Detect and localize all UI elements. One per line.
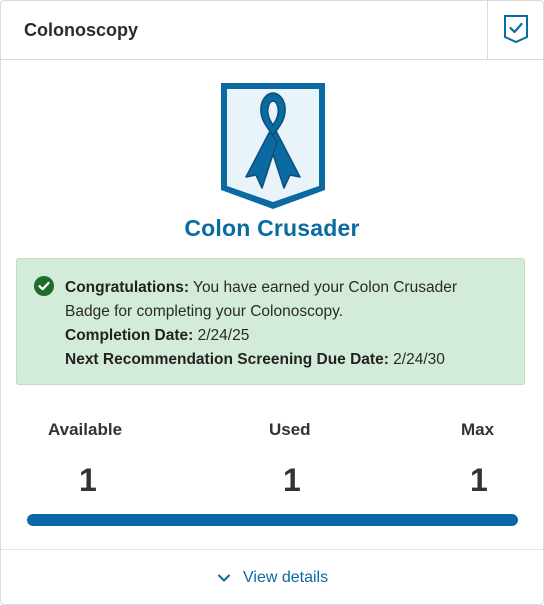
max-label: Max [461,420,495,439]
used-value: 1 [283,462,301,498]
view-details-button[interactable]: View details [217,569,328,587]
badge-name: Colon Crusader [184,215,360,241]
card-title: Colonoscopy [24,20,139,40]
congrats-label: Congratulations: [65,279,189,296]
card-header: Colonoscopy [1,1,543,60]
completion-date: 2/24/25 [193,327,250,344]
alert-message: Congratulations: You have earned your Co… [65,276,505,372]
colonoscopy-card: Colonoscopy Colon Crusader Congratulatio… [0,0,544,605]
chevron-down-icon [218,574,230,582]
max-value: 1 [470,462,488,498]
congrats-line: Congratulations: You have earned your Co… [65,276,505,324]
status-icon-container [487,1,544,59]
card-footer: View details [1,549,543,605]
checkbox-check-icon [504,15,528,44]
view-details-label: View details [243,569,329,586]
completion-label: Completion Date: [65,327,194,344]
success-alert: Congratulations: You have earned your Co… [16,258,525,385]
check-circle-icon [34,276,54,296]
next-screening-label: Next Recommendation Screening Due Date: [65,351,389,368]
completion-line: Completion Date: 2/24/25 [65,324,505,348]
awareness-ribbon-icon [221,83,325,209]
next-screening-line: Next Recommendation Screening Due Date: … [65,348,505,372]
available-value: 1 [79,462,97,498]
next-screening-date: 2/24/30 [388,351,445,368]
usage-progress-bar [27,514,518,526]
used-label: Used [269,420,311,439]
available-label: Available [48,420,123,439]
usage-progress-fill [27,514,518,526]
